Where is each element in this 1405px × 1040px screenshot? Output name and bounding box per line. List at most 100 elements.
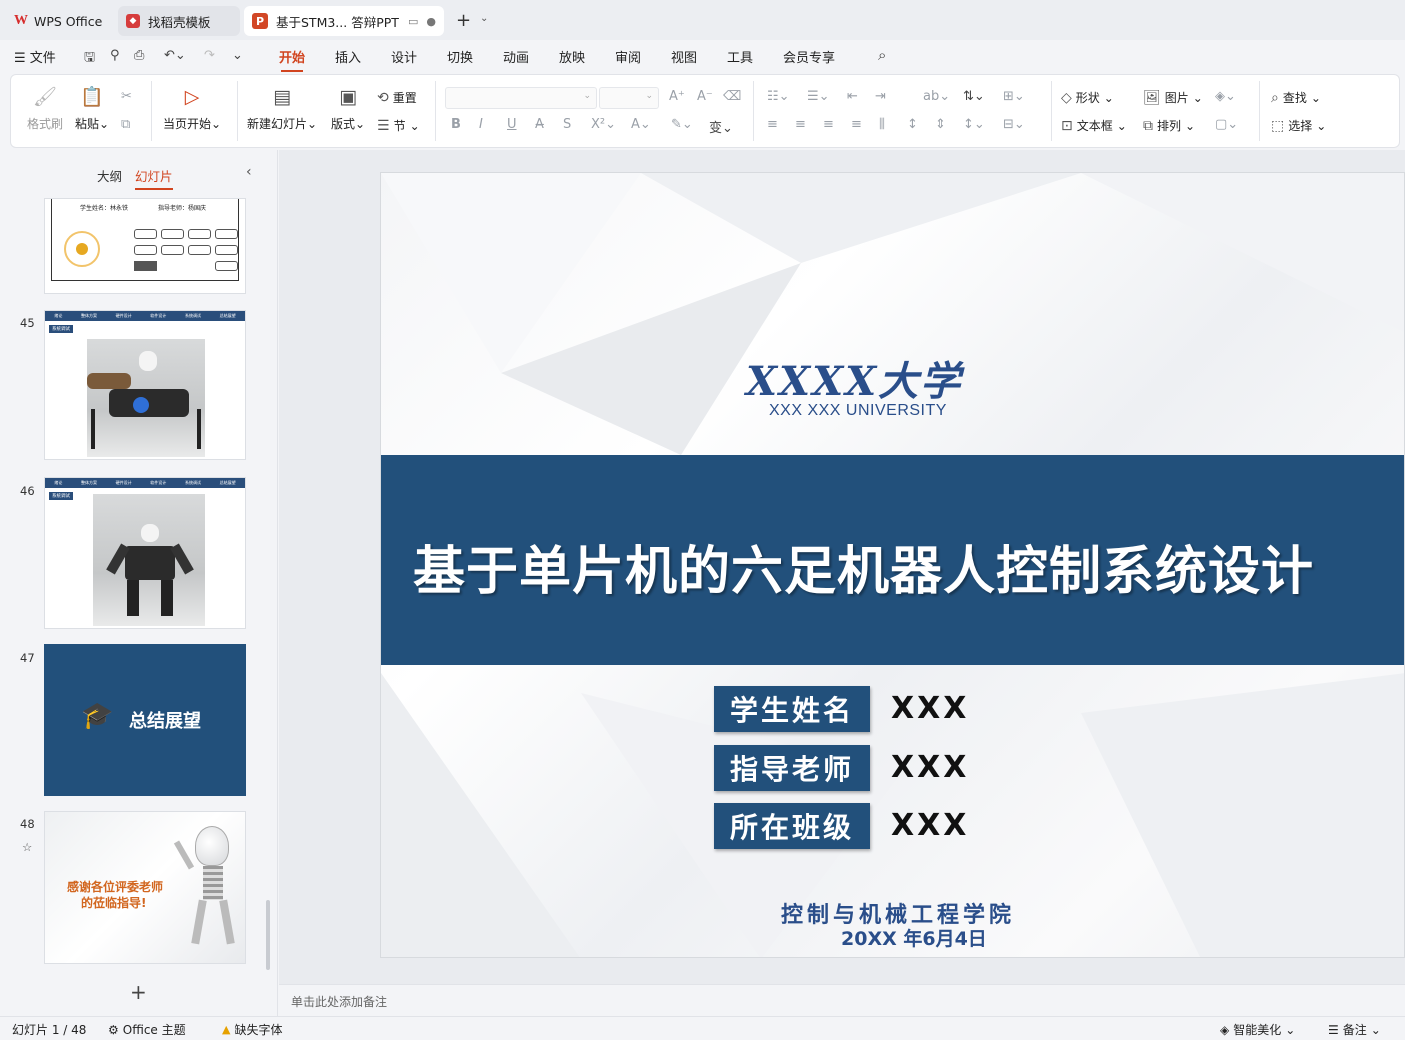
save-icon[interactable]: 🖫 [84, 48, 95, 70]
new-tab-button[interactable]: + [456, 10, 471, 31]
justify-icon[interactable]: ≡ [851, 117, 862, 132]
tab-outline[interactable]: 大纲 [97, 166, 122, 185]
align-left-icon[interactable]: ≡ [767, 117, 778, 132]
menu-animations[interactable]: 动画 [503, 47, 529, 66]
copy-icon[interactable]: ⧉ [121, 117, 130, 132]
align-right-icon[interactable]: ≡ [823, 117, 834, 132]
column-spacing-icon[interactable]: ↕⌄ [963, 117, 985, 132]
format-painter-button[interactable]: 🖌 格式刷 [27, 85, 63, 132]
tab-template[interactable]: ◆ 找稻壳模板 [118, 6, 240, 36]
character-spacing-icon[interactable]: 变⌄ [709, 117, 733, 136]
menu-insert[interactable]: 插入 [335, 47, 361, 66]
paste-button[interactable]: 📋 粘贴⌄ [75, 85, 109, 132]
menu-tools[interactable]: 工具 [727, 47, 753, 66]
menu-slideshow[interactable]: 放映 [559, 47, 585, 66]
superscript-icon[interactable]: X²⌄ [591, 117, 616, 132]
italic-icon[interactable]: I [479, 117, 483, 132]
menu-transitions[interactable]: 切换 [447, 47, 473, 66]
menu-review[interactable]: 审阅 [615, 47, 641, 66]
field-value-class: XXX [891, 808, 970, 843]
nav-strip: 绪论 整体方案 硬件设计 软件设计 系统调试 总结展望 [45, 478, 245, 488]
notes-toggle-button[interactable]: ☰ 备注 ⌄ [1328, 1021, 1381, 1038]
field-value-student: XXX [891, 691, 970, 726]
highlight-icon[interactable]: ✎⌄ [671, 117, 693, 132]
underline-icon[interactable]: U [507, 117, 517, 132]
tab-document[interactable]: P 基于STM3... 答辩PPT ▭ ● [244, 6, 444, 36]
menu-view[interactable]: 视图 [671, 47, 697, 66]
chevron-left-icon[interactable]: ‹ [246, 164, 252, 180]
align-center-icon[interactable]: ≡ [795, 117, 806, 132]
picture-button[interactable]: 🖼 图片 ⌄ [1143, 89, 1203, 106]
layout-button[interactable]: ▣ 版式⌄ [331, 85, 365, 132]
bold-icon[interactable]: B [451, 117, 461, 132]
notes-placeholder: 单击此处添加备注 [291, 995, 388, 1009]
shape-icon: ◇ [1061, 89, 1072, 106]
text-direction-icon[interactable]: ab⌄ [923, 89, 950, 104]
textbox-button[interactable]: ⊡ 文本框 ⌄ [1061, 117, 1127, 134]
theme-indicator[interactable]: ⚙ Office 主题 [108, 1021, 186, 1038]
paragraph-spacing-icon[interactable]: ⇕ [935, 117, 946, 132]
wps-logo-icon: W [14, 13, 28, 28]
tab-slides[interactable]: 幻灯片 [135, 166, 173, 190]
convert-smartart-icon[interactable]: ⊞⌄ [1003, 89, 1025, 104]
text-align-icon[interactable]: ⊟⌄ [1003, 117, 1025, 132]
strikethrough-icon[interactable]: A̶ [535, 117, 544, 132]
shadow-text-icon[interactable]: S [563, 117, 571, 132]
redo-icon[interactable]: ↷ [204, 48, 215, 63]
slide-canvas[interactable]: XXXX大学 XXX XXX UNIVERSITY 基于单片机的六足机器人控制系… [380, 172, 1405, 958]
new-slide-button[interactable]: ▤ 新建幻灯片⌄ [247, 85, 317, 132]
star-icon[interactable]: ☆ [22, 840, 32, 854]
smart-beautify-button[interactable]: ◈ 智能美化 ⌄ [1220, 1021, 1295, 1038]
sort-icon[interactable]: ⇅⌄ [963, 89, 985, 104]
select-button[interactable]: ⬚ 选择 ⌄ [1271, 117, 1326, 134]
search-icon[interactable]: ⌕ [878, 46, 886, 64]
undo-icon[interactable]: ↶⌄ [164, 48, 186, 63]
slide-thumbnail-48[interactable]: 感谢各位评委老师 的莅临指导! [44, 811, 246, 964]
line-spacing-icon[interactable]: ↕ [907, 117, 918, 132]
university-name: XXXX大学 [746, 358, 963, 405]
university-english-name: XXX XXX UNIVERSITY [769, 402, 947, 419]
menu-member[interactable]: 会员专享 [783, 47, 835, 66]
notes-pane[interactable]: 单击此处添加备注 [279, 984, 1405, 1016]
slide-thumbnail-44[interactable]: 学生姓名：林永铁 指导老师：杨国庆 [44, 198, 246, 294]
decrease-indent-icon[interactable]: ⇤ [847, 89, 858, 104]
play-from-current-button[interactable]: ▷ 当页开始⌄ [163, 85, 221, 132]
font-size-combo[interactable]: ⌄ [599, 87, 659, 109]
lightbulb-robot-icon [195, 826, 229, 866]
distributed-icon[interactable]: ⫼ [879, 117, 885, 132]
menu-design[interactable]: 设计 [391, 47, 417, 66]
cut-icon[interactable]: ✂ [121, 89, 132, 104]
slide-thumbnail-45[interactable]: 绪论 整体方案 硬件设计 软件设计 系统调试 总结展望 系统调试 [44, 310, 246, 460]
font-family-combo[interactable]: ⌄ [445, 87, 597, 109]
add-slide-button[interactable]: + [130, 980, 147, 1004]
print-preview-icon[interactable]: ⎙ [134, 48, 144, 63]
share-icon[interactable]: ⚲ [110, 48, 120, 63]
missing-font-indicator[interactable]: ▲ 缺失字体 [222, 1021, 282, 1038]
menu-home[interactable]: 开始 [279, 47, 305, 72]
clear-format-icon[interactable]: ⌫ [723, 89, 741, 104]
bullet-list-icon[interactable]: ☷⌄ [767, 89, 790, 104]
reset-button[interactable]: ⟲ 重置 [377, 89, 417, 106]
title-band: 基于单片机的六足机器人控制系统设计 [381, 455, 1404, 665]
panel-scrollbar[interactable] [266, 900, 270, 970]
file-menu[interactable]: ☰ 文件 [14, 47, 56, 66]
arrange-button[interactable]: ⧉ 排列 ⌄ [1143, 117, 1195, 134]
slide-thumbnail-47[interactable]: 🎓 总结展望 [44, 644, 246, 796]
increase-font-icon[interactable]: A⁺ [669, 89, 685, 104]
slide-thumbnail-46[interactable]: 绪论 整体方案 硬件设计 软件设计 系统调试 总结展望 系统调试 [44, 477, 246, 629]
outline-icon[interactable]: ▢⌄ [1215, 117, 1238, 132]
window-icon[interactable]: ▭ [408, 15, 418, 28]
increase-indent-icon[interactable]: ⇥ [875, 89, 886, 104]
quick-access-dropdown-icon[interactable]: ⌄ [232, 48, 243, 63]
font-color-icon[interactable]: A⌄ [631, 117, 651, 132]
chevron-down-icon[interactable]: ⌄ [480, 13, 488, 24]
fill-icon[interactable]: ◈⌄ [1215, 89, 1236, 104]
find-button[interactable]: ⌕ 查找 ⌄ [1271, 89, 1321, 106]
decrease-font-icon[interactable]: A⁻ [697, 89, 713, 104]
shape-button[interactable]: ◇ 形状 ⌄ [1061, 89, 1114, 106]
field-value-teacher: XXX [891, 750, 970, 785]
section-button[interactable]: ☰ 节 ⌄ [377, 117, 420, 134]
numbered-list-icon[interactable]: ☰⌄ [807, 89, 830, 104]
tab-wps-office[interactable]: W WPS Office [6, 6, 114, 36]
picture-icon: 🖼 [1143, 89, 1161, 106]
